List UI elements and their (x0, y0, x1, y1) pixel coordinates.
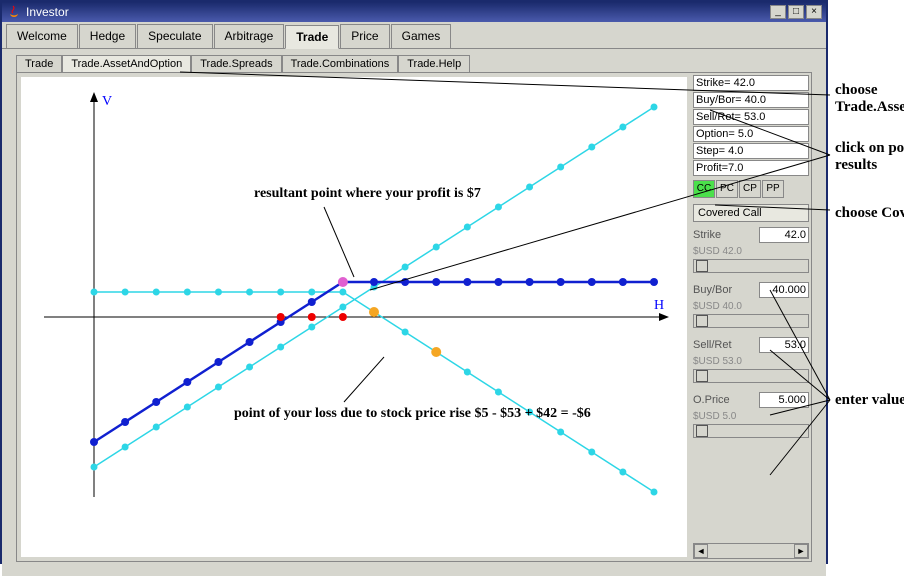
annotation-click-point: click on point and read results (835, 140, 904, 174)
readout-buybor: Buy/Bor= 40.0 (693, 92, 809, 108)
chart-annotation-profit: resultant point where your profit is $7 (254, 186, 481, 201)
tab-games[interactable]: Games (391, 24, 452, 48)
oprice-input[interactable] (759, 392, 809, 408)
strike-label: Strike (693, 229, 721, 241)
scroll-left-icon[interactable]: ◄ (694, 544, 708, 558)
tab-welcome[interactable]: Welcome (6, 24, 78, 48)
chart-annotation-loss: point of your loss due to stock price ri… (234, 406, 591, 421)
pc-button[interactable]: PC (716, 180, 738, 198)
subtab-help[interactable]: Trade.Help (398, 55, 470, 72)
java-icon (6, 4, 22, 20)
oprice-usd: $USD 5.0 (693, 411, 809, 422)
payoff-chart[interactable]: V H resultant point where your profit is… (21, 77, 687, 557)
readout-step: Step= 4.0 (693, 143, 809, 159)
strike-input[interactable] (759, 227, 809, 243)
tab-price[interactable]: Price (340, 24, 389, 48)
tab-trade[interactable]: Trade (285, 25, 339, 49)
oprice-label: O.Price (693, 394, 730, 406)
minimize-button[interactable]: _ (770, 5, 786, 19)
readout-strike: Strike= 42.0 (693, 75, 809, 91)
chart-area[interactable]: V H resultant point where your profit is… (21, 77, 687, 557)
cp-button[interactable]: CP (739, 180, 761, 198)
readout-profit: Profit=7.0 (693, 160, 809, 176)
buybor-input[interactable] (759, 282, 809, 298)
close-button[interactable]: × (806, 5, 822, 19)
oprice-slider[interactable] (693, 424, 809, 438)
annotation-enter-values: enter values (835, 392, 904, 409)
readout-option: Option= 5.0 (693, 126, 809, 142)
buybor-slider[interactable] (693, 314, 809, 328)
cc-button[interactable]: CC (693, 180, 715, 198)
sellret-slider[interactable] (693, 369, 809, 383)
horizontal-scrollbar[interactable]: ◄ ► (693, 543, 809, 559)
window-title: Investor (26, 2, 69, 22)
subtab-trade[interactable]: Trade (16, 55, 62, 72)
sellret-usd: $USD 53.0 (693, 356, 809, 367)
tab-hedge[interactable]: Hedge (79, 24, 136, 48)
maximize-button[interactable]: □ (788, 5, 804, 19)
strike-usd: $USD 42.0 (693, 246, 809, 257)
readout-sellret: Sell/Ret= 53.0 (693, 109, 809, 125)
scroll-right-icon[interactable]: ► (794, 544, 808, 558)
subtab-assetandoption[interactable]: Trade.AssetAndOption (62, 55, 191, 72)
strategy-label: Covered Call (693, 204, 809, 222)
annotation-choose-tab: choose Trade.AssetAndOption (835, 82, 904, 116)
pp-button[interactable]: PP (762, 180, 784, 198)
annotation-choose-cc: choose Covered Call (835, 205, 904, 222)
buybor-usd: $USD 40.0 (693, 301, 809, 312)
titlebar: Investor _ □ × (2, 2, 826, 22)
sub-tabs: Trade Trade.AssetAndOption Trade.Spreads… (8, 55, 820, 72)
tab-arbitrage[interactable]: Arbitrage (214, 24, 285, 48)
strike-slider[interactable] (693, 259, 809, 273)
svg-text:V: V (102, 94, 112, 109)
side-panel: Strike= 42.0 Buy/Bor= 40.0 Sell/Ret= 53.… (691, 73, 811, 561)
subtab-spreads[interactable]: Trade.Spreads (191, 55, 281, 72)
sellret-label: Sell/Ret (693, 339, 732, 351)
tab-speculate[interactable]: Speculate (137, 24, 212, 48)
subtab-combinations[interactable]: Trade.Combinations (282, 55, 399, 72)
main-tabs: Welcome Hedge Speculate Arbitrage Trade … (2, 22, 826, 49)
sellret-input[interactable] (759, 337, 809, 353)
svg-text:H: H (654, 298, 664, 313)
buybor-label: Buy/Bor (693, 284, 732, 296)
